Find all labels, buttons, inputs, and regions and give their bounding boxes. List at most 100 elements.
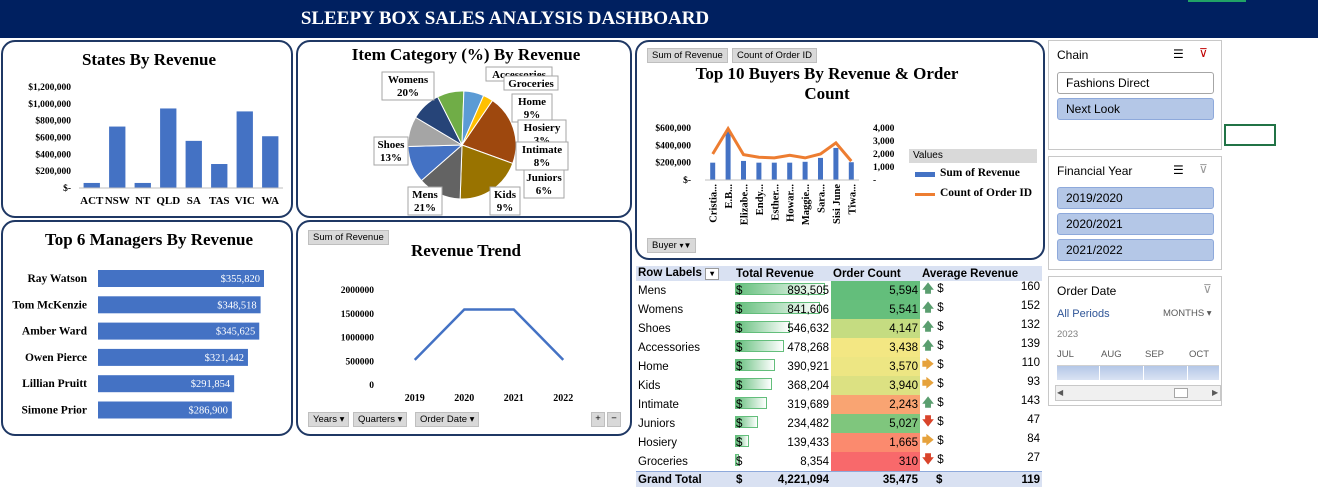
state-label: VIC xyxy=(235,195,255,207)
revenue-value: 841,606 xyxy=(787,303,829,316)
timeline-level-select[interactable]: MONTHS ▾ xyxy=(1163,308,1212,319)
chain-item-next-look[interactable]: Next Look xyxy=(1057,98,1214,120)
trend-y-tick: 2000000 xyxy=(341,286,375,296)
average-cell: 🡅 $160 xyxy=(920,281,1042,300)
row-label: Accessories xyxy=(638,341,700,354)
dashboard-title: SLEEPY BOX SALES ANALYSIS DASHBOARD xyxy=(300,8,710,29)
pie-callout-name: Mens xyxy=(412,189,438,201)
category-pie-panel[interactable]: Item Category (%) By Revenue Womens 20% Ac… xyxy=(296,40,632,218)
order-count-cell: 4,147 xyxy=(831,319,920,339)
buyer-revenue-bar xyxy=(756,162,762,180)
year-clear-filter-icon[interactable]: ⊽ xyxy=(1199,162,1208,176)
revenue-trend-panel[interactable]: Sum of Revenue Revenue Trend 2000000 1500… xyxy=(296,220,632,436)
filter-funnel-icon: ▾▼ xyxy=(679,241,692,250)
scroll-right-icon[interactable]: ▶ xyxy=(1212,388,1218,397)
buyer-revenue-bar xyxy=(833,147,839,180)
timeline-period-bar[interactable] xyxy=(1057,365,1219,381)
manager-name: Lillian Pruitt xyxy=(22,378,87,390)
multi-select-icon[interactable]: ☰ xyxy=(1173,47,1184,61)
buyer-revenue-bar xyxy=(818,157,823,180)
managers-panel[interactable]: Top 6 Managers By Revenue Ray Watson $355… xyxy=(1,220,293,436)
financial-year-slicer[interactable]: Financial Year ☰ ⊽ 2019/2020 2020/2021 2… xyxy=(1048,156,1222,270)
average-currency: $ xyxy=(937,378,944,391)
average-cell: 🡆 $84 xyxy=(920,433,1042,452)
average-value: 143 xyxy=(1020,395,1040,408)
average-value: 84 xyxy=(1027,433,1040,446)
buyers-panel[interactable]: Sum of Revenue Count of Order ID Top 10 … xyxy=(635,40,1045,260)
total-average-cell: $119 xyxy=(920,472,1042,487)
order-count-cell: 1,665 xyxy=(831,433,920,453)
revenue-currency: $ xyxy=(736,360,743,373)
year-item-2019-2020[interactable]: 2019/2020 xyxy=(1057,187,1214,209)
order-date-timeline[interactable]: Order Date ⊽ All Periods MONTHS ▾ 2023 J… xyxy=(1048,276,1222,406)
quarters-filter-button[interactable]: Quarters ▾ xyxy=(353,412,408,427)
buyer-label: E.B... xyxy=(724,184,735,209)
clear-filter-icon[interactable]: ⊽ xyxy=(1199,46,1208,60)
order-date-filter-button[interactable]: Order Date ▾ xyxy=(415,412,480,427)
trend-arrow-icon: 🡅 xyxy=(922,340,934,353)
right-axis-tick: - xyxy=(873,176,876,186)
manager-value: $348,518 xyxy=(217,300,256,311)
order-count-cell: 3,940 xyxy=(831,376,920,396)
years-filter-button[interactable]: Years ▾ xyxy=(308,412,350,427)
average-value: 132 xyxy=(1020,319,1040,332)
revenue-value: 368,204 xyxy=(787,379,829,392)
average-cell: 🡅 $132 xyxy=(920,319,1042,338)
pivot-row: Womens $841,606 5,541 🡅 $152 xyxy=(636,300,1042,320)
year-item-2021-2022[interactable]: 2021/2022 xyxy=(1057,239,1214,261)
pivot-header-average: Average Revenue xyxy=(922,267,1019,280)
pie-callout-name: Juniors xyxy=(526,172,562,184)
timeline-clear-icon[interactable]: ⊽ xyxy=(1203,282,1212,296)
active-cell[interactable] xyxy=(1224,124,1276,146)
revenue-currency: $ xyxy=(736,436,743,449)
revenue-cell: $368,204 xyxy=(734,376,831,395)
trend-arrow-icon: 🡆 xyxy=(922,435,934,448)
average-value: 139 xyxy=(1020,338,1040,351)
revenue-value: 319,689 xyxy=(787,398,829,411)
pie-callout-name: Shoes xyxy=(378,139,406,151)
scroll-thumb[interactable] xyxy=(1174,388,1188,398)
buyer-label: Esther... xyxy=(770,184,781,221)
order-count-cell: 5,027 xyxy=(831,414,920,434)
chain-item-fashions-direct[interactable]: Fashions Direct xyxy=(1057,72,1214,94)
average-cell: 🡅 $139 xyxy=(920,338,1042,357)
buyer-label: Endy... xyxy=(755,184,766,216)
buyer-filter-button[interactable]: Buyer ▾▼ xyxy=(647,238,697,253)
states-revenue-panel[interactable]: States By Revenue $1,200,000 $1,000,000 $8… xyxy=(1,40,293,218)
left-axis-tick: $400,000 xyxy=(655,140,691,151)
row-labels-text: Row Labels xyxy=(638,267,702,280)
expand-button[interactable]: + xyxy=(591,412,605,427)
revenue-currency: $ xyxy=(736,417,743,430)
revenue-currency: $ xyxy=(736,284,743,297)
pie-callout-pct: 9% xyxy=(524,109,541,121)
scroll-left-icon[interactable]: ◀ xyxy=(1057,388,1063,397)
pie-callout-name: Groceries xyxy=(508,78,554,90)
row-label: Hosiery xyxy=(638,436,677,449)
year-multi-select-icon[interactable]: ☰ xyxy=(1173,163,1184,177)
pivot-header-row-labels[interactable]: Row Labels ▾ xyxy=(636,266,734,281)
state-label: SA xyxy=(187,195,201,207)
category-pie-chart: Womens20%AccessoriesGroceriesHome9%Hosie… xyxy=(373,66,569,216)
collapse-button[interactable]: − xyxy=(607,412,621,427)
pie-callout-name: Intimate xyxy=(522,144,562,156)
y-tick-label: $400,000 xyxy=(35,149,71,160)
pie-callout: Groceries xyxy=(503,75,559,91)
order-date-filter-label: Order Date xyxy=(420,414,467,425)
timeline-all-periods[interactable]: All Periods xyxy=(1057,308,1110,320)
state-label: ACT xyxy=(80,195,104,207)
buyer-revenue-bar xyxy=(741,160,746,180)
sort-filter-icon[interactable]: ▾ xyxy=(705,268,720,281)
order-count-cell: 5,594 xyxy=(831,281,920,301)
timeline-scrollbar[interactable]: ◀ ▶ xyxy=(1055,385,1221,401)
chain-slicer[interactable]: Chain ☰ ⊽ Fashions Direct Next Look xyxy=(1048,40,1222,150)
right-axis-tick: 3,000 xyxy=(873,137,895,147)
timeline-month-aug: AUG xyxy=(1101,349,1122,360)
legend-count-swatch xyxy=(915,193,935,196)
pivot-row: Mens $893,505 5,594 🡅 $160 xyxy=(636,281,1042,301)
year-item-2020-2021[interactable]: 2020/2021 xyxy=(1057,213,1214,235)
revenue-currency: $ xyxy=(736,341,743,354)
revenue-cell: $893,505 xyxy=(734,281,831,300)
pivot-header-row: Row Labels ▾ Total Revenue Order Count A… xyxy=(636,266,1042,282)
trend-arrow-icon: 🡇 xyxy=(922,454,934,467)
average-value: 47 xyxy=(1027,414,1040,427)
